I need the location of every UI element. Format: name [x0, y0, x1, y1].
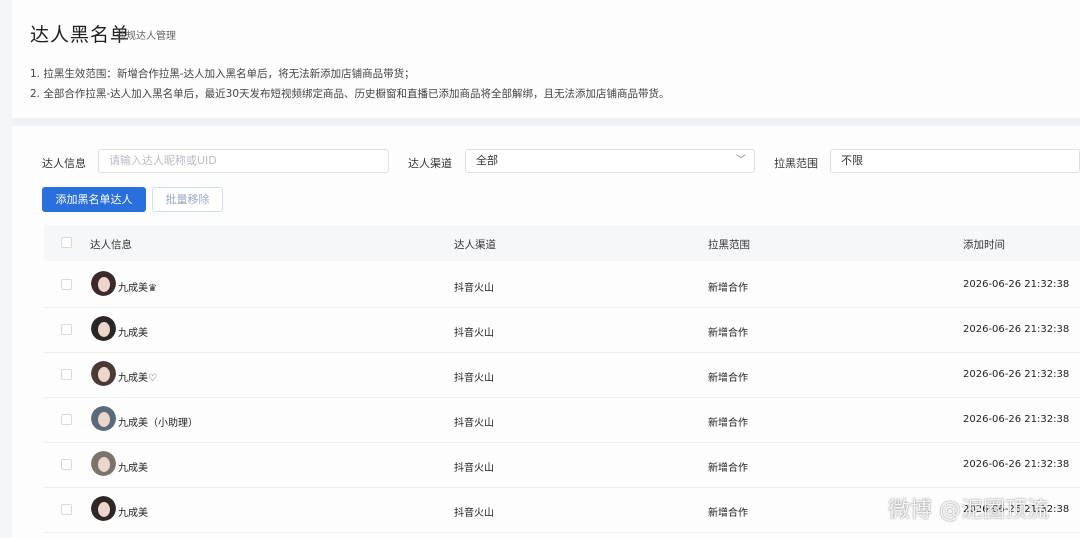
added-time-cell: 2026-06-26 21:32:38 — [963, 414, 1070, 425]
scope-label: 拉黑范围 — [774, 157, 818, 170]
scope-cell: 新增合作 — [708, 508, 748, 519]
header-scope: 拉黑范围 — [708, 239, 750, 251]
rule-line-2: 2. 全部合作拉黑-达人加入黑名单后，最近30天发布短视频绑定商品、历史橱窗和直… — [30, 88, 670, 100]
talent-name-cell: 九成美 — [118, 459, 148, 474]
talent-name: 九成美（小助理） — [118, 418, 198, 429]
row-checkbox[interactable] — [61, 459, 72, 470]
avatar-face — [98, 412, 110, 427]
talent-name-cell: 九成美 — [118, 324, 148, 339]
row-checkbox[interactable] — [61, 369, 72, 380]
scope-cell: 新增合作 — [708, 283, 748, 294]
channel-label: 达人渠道 — [408, 157, 452, 170]
talent-name: 九成美 — [118, 328, 148, 339]
table-row: 九成美 抖音火山 新增合作 2026-06-26 21:32:38 — [44, 307, 1080, 353]
badge-icon: ♡ — [148, 373, 157, 384]
avatar-face — [98, 502, 110, 517]
watermark: 微博 @泥圈顶流 — [888, 498, 1049, 523]
channel-cell: 抖音火山 — [454, 418, 494, 429]
badge-icon: ♛ — [148, 283, 157, 294]
table-row: 九成美♡ 抖音火山 新增合作 2026-06-26 21:32:38 — [44, 352, 1080, 398]
talent-name-cell: 九成美♛ — [118, 279, 157, 294]
talent-name: 九成美 — [118, 508, 148, 519]
added-time-cell: 2026-06-26 21:32:38 — [963, 279, 1070, 290]
channel-cell: 抖音火山 — [454, 463, 494, 474]
channel-select-value: 全部 — [476, 154, 498, 167]
row-checkbox[interactable] — [61, 504, 72, 515]
header-channel: 达人渠道 — [454, 239, 496, 251]
scope-select-value: 不限 — [841, 154, 863, 167]
table-row: 九成美♛ 抖音火山 新增合作 2026-06-26 21:32:38 — [44, 262, 1080, 308]
avatar — [91, 361, 116, 386]
row-checkbox[interactable] — [61, 279, 72, 290]
avatar — [91, 406, 116, 431]
avatar — [91, 271, 116, 296]
talent-name: 九成美 — [118, 463, 148, 474]
header-talent-info: 达人信息 — [90, 239, 132, 251]
scope-cell: 新增合作 — [708, 418, 748, 429]
channel-cell: 抖音火山 — [454, 508, 494, 519]
header-added-time: 添加时间 — [963, 239, 1005, 251]
avatar-face — [98, 277, 110, 292]
avatar-face — [98, 322, 110, 337]
scope-cell: 新增合作 — [708, 328, 748, 339]
talent-info-label: 达人信息 — [42, 157, 86, 170]
page-title: 达人黑名单 — [30, 24, 131, 46]
added-time-cell: 2026-06-26 21:32:38 — [963, 459, 1070, 470]
add-blacklist-button[interactable]: 添加黑名单达人 — [42, 187, 146, 212]
left-strip — [0, 0, 12, 538]
talent-name-cell: 九成美 — [118, 504, 148, 519]
row-checkbox[interactable] — [61, 324, 72, 335]
talent-name: 九成美 — [118, 283, 148, 294]
avatar — [91, 451, 116, 476]
table-row: 九成美（小助理） 抖音火山 新增合作 2026-06-26 21:32:38 — [44, 397, 1080, 443]
channel-cell: 抖音火山 — [454, 373, 494, 384]
scope-cell: 新增合作 — [708, 463, 748, 474]
talent-name-cell: 九成美♡ — [118, 369, 157, 384]
talent-name-cell: 九成美（小助理） — [118, 414, 198, 429]
avatar-face — [98, 457, 110, 472]
channel-cell: 抖音火山 — [454, 328, 494, 339]
rule-line-1: 1. 拉黑生效范围：新增合作拉黑-达人加入黑名单后，将无法新添加店铺商品带货； — [30, 68, 415, 80]
avatar — [91, 316, 116, 341]
channel-cell: 抖音火山 — [454, 283, 494, 294]
row-checkbox[interactable] — [61, 414, 72, 425]
channel-select[interactable]: 全部 ﹀ — [465, 149, 755, 173]
scope-cell: 新增合作 — [708, 373, 748, 384]
table-header — [44, 225, 1080, 261]
scope-select[interactable]: 不限 — [830, 149, 1080, 173]
added-time-cell: 2026-06-26 21:32:38 — [963, 369, 1070, 380]
talent-name: 九成美 — [118, 373, 148, 384]
table-row: 九成美 抖音火山 新增合作 2026-06-26 21:32:38 — [44, 442, 1080, 488]
select-all-checkbox[interactable] — [61, 237, 72, 248]
page-subtitle: 违规达人管理 — [116, 31, 176, 42]
talent-search-input[interactable]: 请输入达人昵称或UID — [98, 149, 389, 173]
chevron-down-icon: ﹀ — [736, 155, 746, 166]
avatar-face — [98, 367, 110, 382]
added-time-cell: 2026-06-26 21:32:38 — [963, 324, 1070, 335]
avatar — [91, 496, 116, 521]
batch-remove-button[interactable]: 批量移除 — [152, 187, 223, 212]
